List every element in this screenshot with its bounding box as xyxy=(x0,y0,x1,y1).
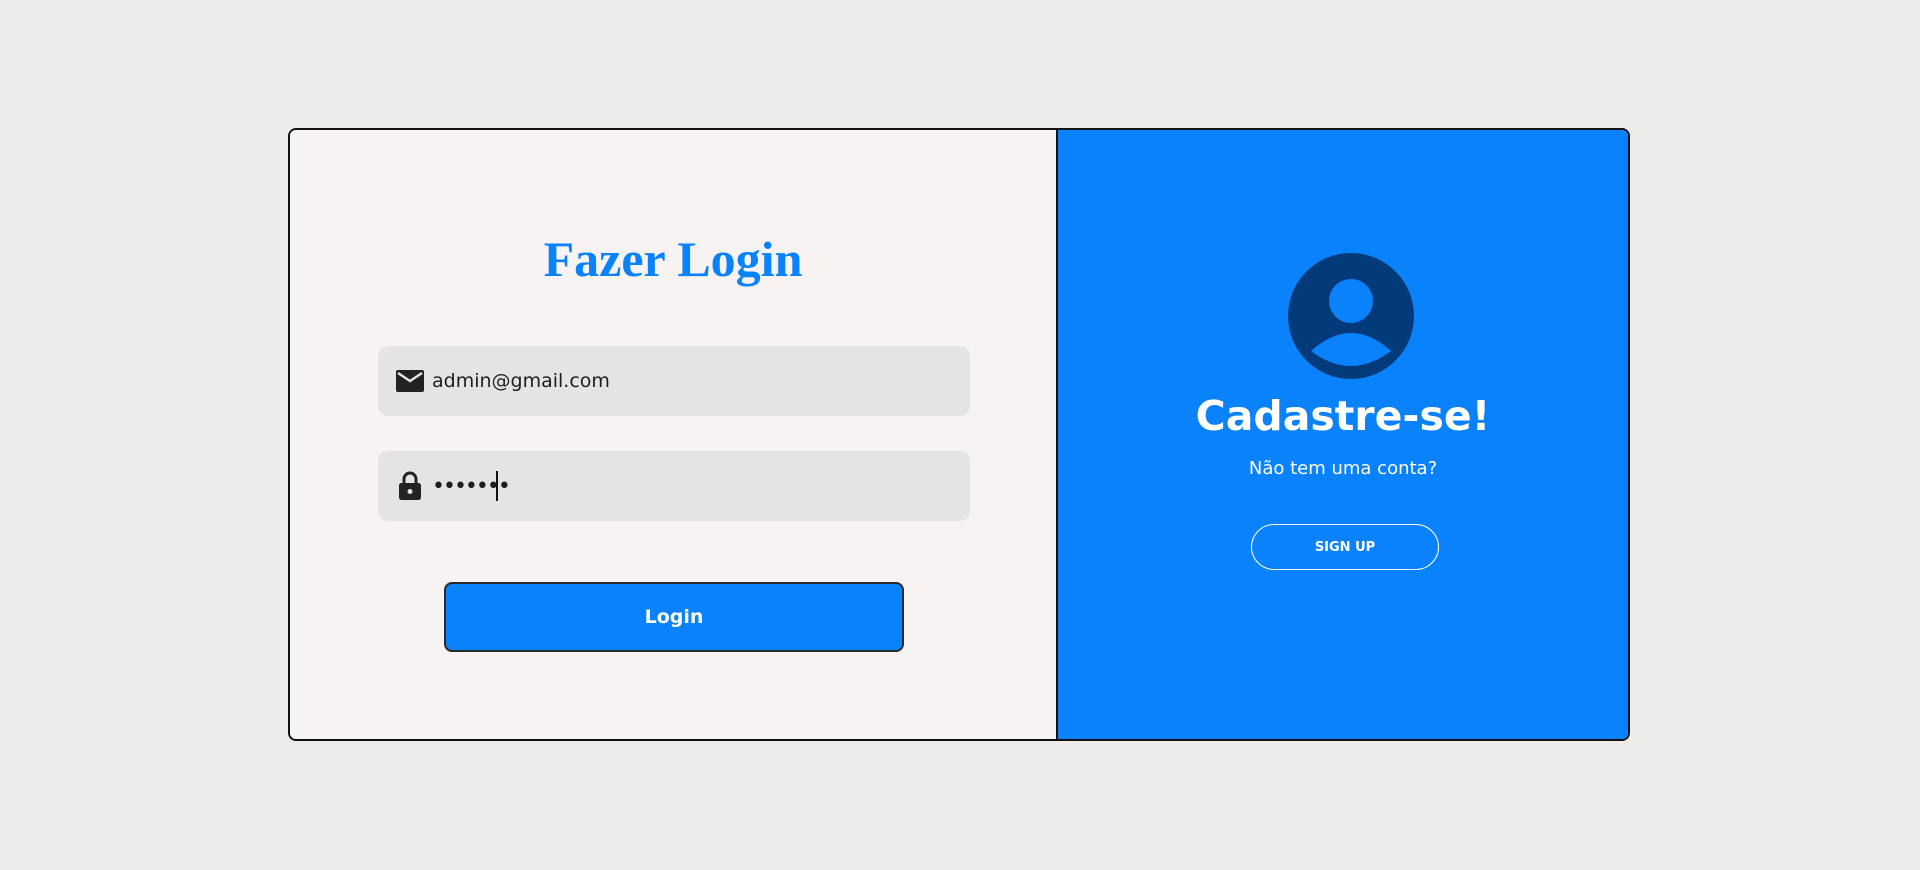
email-input[interactable] xyxy=(432,361,952,401)
signup-button[interactable]: SIGN UP xyxy=(1251,524,1439,570)
signup-panel: Cadastre-se! Não tem uma conta? SIGN UP xyxy=(1058,130,1628,739)
lock-icon xyxy=(396,471,424,500)
auth-card: Fazer Login Login xyxy=(288,128,1630,741)
signup-subtitle: Não tem uma conta? xyxy=(1248,458,1438,479)
envelope-icon xyxy=(396,367,424,395)
password-field-container[interactable] xyxy=(378,451,970,521)
text-caret xyxy=(496,471,498,501)
signup-title: Cadastre-se! xyxy=(1195,392,1491,440)
login-panel: Fazer Login Login xyxy=(290,130,1058,739)
password-input[interactable] xyxy=(432,466,952,506)
login-title: Fazer Login xyxy=(543,231,803,287)
login-button[interactable]: Login xyxy=(444,582,904,652)
user-circle-icon xyxy=(1288,253,1414,379)
email-field-container[interactable] xyxy=(378,346,970,416)
